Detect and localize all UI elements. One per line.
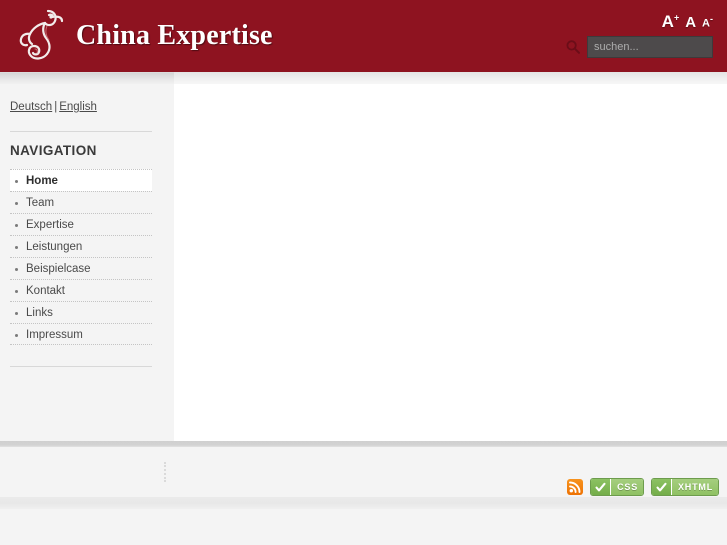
font-size-normal-button[interactable]: A (685, 15, 696, 30)
sidebar-item-expertise[interactable]: Expertise (10, 213, 152, 235)
language-separator: | (54, 101, 58, 113)
font-size-decrease-sup: - (710, 14, 713, 25)
sidebar-top-strip (0, 73, 174, 84)
footer-bottom-area (0, 509, 727, 545)
badge-valid-css[interactable]: CSS (590, 478, 644, 496)
font-size-decrease-label: A (702, 18, 710, 30)
badge-valid-xhtml[interactable]: XHTML (651, 478, 719, 496)
site-logo[interactable]: China Expertise (18, 4, 273, 68)
sidebar-divider-bottom (10, 366, 152, 367)
main-content (174, 72, 727, 441)
font-size-decrease-button[interactable]: A- (702, 15, 713, 30)
sidebar-item-home[interactable]: Home (10, 169, 152, 191)
check-icon (652, 479, 672, 495)
rss-icon[interactable] (567, 479, 584, 495)
search-icon[interactable] (565, 39, 581, 55)
sidebar: Deutsch | English NAVIGATION Home Team Exp… (0, 72, 174, 441)
sidebar-item-beispielcase[interactable]: Beispielcase (10, 257, 152, 279)
site-header: China Expertise A+ A A- (0, 0, 727, 72)
footer-band (0, 497, 727, 509)
sidebar-item-leistungen[interactable]: Leistungen (10, 235, 152, 257)
search-input[interactable] (587, 36, 713, 58)
content-top-strip (174, 72, 727, 85)
footer-badges: CSS XHTML (567, 478, 719, 496)
dragon-logo-icon (18, 5, 66, 67)
font-size-increase-label: A (661, 12, 674, 31)
sidebar-item-kontakt[interactable]: Kontakt (10, 279, 152, 301)
sidebar-item-links[interactable]: Links (10, 301, 152, 323)
font-size-increase-button[interactable]: A+ (662, 13, 680, 30)
search-area (565, 36, 713, 58)
badge-label-css: CSS (611, 479, 643, 495)
site-title: China Expertise (76, 20, 273, 51)
badge-label-xhtml: XHTML (672, 479, 718, 495)
language-switcher: Deutsch | English (10, 101, 97, 113)
content-body (174, 85, 727, 441)
navigation-heading: NAVIGATION (10, 143, 97, 158)
navigation-list: Home Team Expertise Leistungen Beispielc… (10, 169, 152, 345)
language-link-english[interactable]: English (59, 101, 97, 113)
sidebar-item-impressum[interactable]: Impressum (10, 323, 152, 345)
font-size-controls: A+ A A- (662, 13, 713, 30)
language-link-german[interactable]: Deutsch (10, 101, 52, 113)
check-icon (591, 479, 612, 495)
footer-dotted-divider (164, 462, 166, 482)
sidebar-item-team[interactable]: Team (10, 191, 152, 213)
font-size-increase-sup: + (673, 12, 680, 23)
site-footer: CSS XHTML (0, 447, 727, 497)
sidebar-divider-top (10, 131, 152, 132)
